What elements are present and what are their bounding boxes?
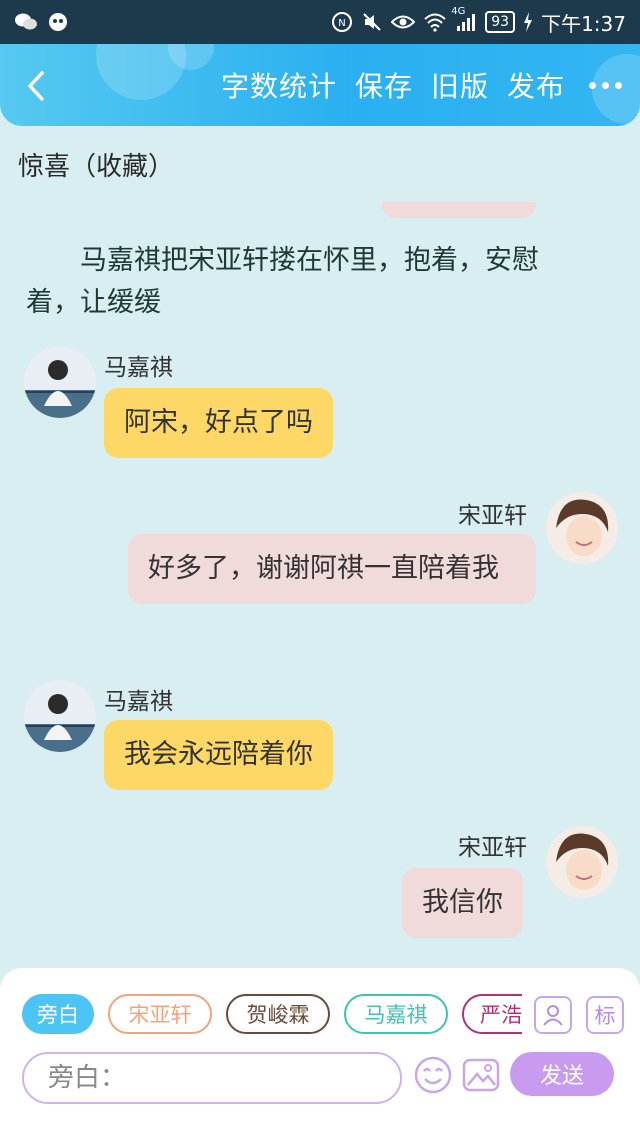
- message-bubble-right[interactable]: 好多了，谢谢阿祺一直陪着我: [128, 534, 536, 604]
- cellular-signal-icon: 4G: [451, 6, 477, 32]
- message-input[interactable]: [22, 1052, 402, 1104]
- character-chip-narrator[interactable]: 旁白: [22, 994, 94, 1034]
- clock: 下午1:37: [541, 11, 626, 36]
- network-type-label: 4G: [451, 6, 466, 17]
- speaker-name: 宋亚轩: [458, 503, 527, 529]
- speaker-name: 马嘉祺: [104, 355, 173, 381]
- tag-button[interactable]: 标: [586, 996, 624, 1034]
- save-button[interactable]: 保存: [355, 65, 413, 105]
- narration-text: 马嘉祺把宋亚轩搂在怀里，抱着，安慰着，让缓缓: [26, 245, 539, 318]
- character-chip-song-yaxuan[interactable]: 宋亚轩: [108, 994, 212, 1034]
- more-dots-icon[interactable]: [589, 81, 622, 89]
- character-chip-ma-jiaqi[interactable]: 马嘉祺: [344, 994, 448, 1034]
- character-manage-button[interactable]: [534, 996, 572, 1034]
- character-chip-yan-hao[interactable]: 严浩: [462, 994, 522, 1034]
- image-button[interactable]: [460, 1054, 502, 1096]
- status-right: N 4G 93 下午1:37: [331, 6, 626, 37]
- avatar-ma-jiaqi[interactable]: [24, 680, 96, 752]
- back-button[interactable]: [18, 66, 54, 106]
- previous-message-bubble: [382, 202, 536, 218]
- avatar-ma-jiaqi[interactable]: [24, 346, 96, 418]
- person-card-icon: [543, 1005, 563, 1026]
- send-button[interactable]: 发送: [510, 1052, 614, 1096]
- character-selector: 旁白 宋亚轩 贺峻霖 马嘉祺 严浩: [22, 992, 522, 1036]
- wechat-icon: [14, 12, 38, 32]
- composer-panel: 旁白 宋亚轩 贺峻霖 马嘉祺 严浩 标 发送: [0, 968, 640, 1138]
- editor-header: 字数统计 保存 旧版 发布: [0, 44, 640, 126]
- mute-icon: [361, 11, 383, 33]
- message-bubble-left[interactable]: 阿宋，好点了吗: [104, 388, 333, 458]
- charging-icon: [523, 12, 533, 32]
- character-chip-he-junlin[interactable]: 贺峻霖: [226, 994, 330, 1034]
- avatar-song-yaxuan[interactable]: [546, 826, 618, 898]
- status-bar: N 4G 93 下午1:37: [0, 0, 640, 44]
- avatar-song-yaxuan[interactable]: [546, 492, 618, 564]
- eye-comfort-icon: [391, 13, 416, 31]
- status-left: [14, 12, 68, 32]
- word-count-button[interactable]: 字数统计: [221, 65, 337, 105]
- old-version-button[interactable]: 旧版: [431, 65, 489, 105]
- chevron-left-icon: [28, 71, 44, 101]
- app-notification-icon: [48, 12, 68, 32]
- data-saver-icon: N: [331, 11, 353, 33]
- svg-text:N: N: [339, 18, 346, 29]
- header-actions: 字数统计 保存 旧版 发布: [221, 44, 622, 126]
- message-bubble-right[interactable]: 我信你: [402, 868, 523, 938]
- wifi-icon: [423, 12, 447, 32]
- publish-button[interactable]: 发布: [507, 65, 565, 105]
- image-icon: [462, 1058, 500, 1092]
- message-bubble-left[interactable]: 我会永远陪着你: [104, 720, 333, 790]
- smiley-icon: [414, 1056, 452, 1094]
- emoji-button[interactable]: [412, 1054, 454, 1096]
- story-title: 惊喜（收藏）: [18, 152, 175, 182]
- speaker-name: 马嘉祺: [104, 689, 173, 715]
- speaker-name: 宋亚轩: [458, 835, 527, 861]
- battery-indicator: 93: [485, 11, 516, 33]
